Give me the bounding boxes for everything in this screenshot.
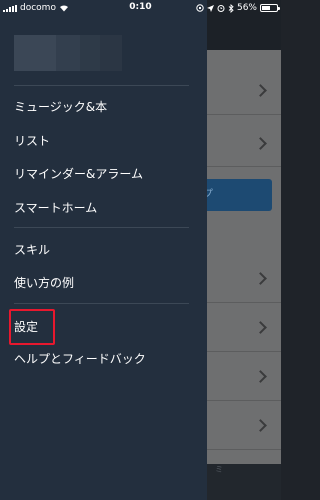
settings-highlight-box (9, 309, 55, 345)
battery-percent: 56% (236, 3, 257, 13)
menu-divider (14, 85, 189, 86)
background-list-row (207, 352, 281, 401)
blurred-name-segment (80, 35, 100, 71)
blurred-name-segment (100, 35, 122, 71)
blurred-name-segment (14, 35, 56, 71)
background-tab-bar: ミ (207, 464, 281, 500)
menu-divider (14, 303, 189, 304)
profile-name-placeholder[interactable] (14, 35, 122, 71)
menu-item-lists[interactable]: リスト (14, 132, 50, 149)
side-menu-drawer: ミュージック&本 リスト リマインダー&アラーム スマートホーム スキル 使い方… (0, 0, 207, 500)
bluetooth-icon (228, 3, 234, 13)
chevron-right-icon (254, 321, 267, 334)
battery-level-fill (262, 6, 270, 10)
menu-item-help-feedback[interactable]: ヘルプとフィードバック (14, 350, 146, 367)
menu-item-reminders-alarms[interactable]: リマインダー&アラーム (14, 165, 143, 182)
location-arrow-icon (206, 4, 214, 12)
background-list-row (207, 118, 281, 167)
background-list-row (207, 66, 281, 115)
menu-item-smart-home[interactable]: スマートホーム (14, 199, 97, 216)
battery-icon (260, 4, 280, 12)
background-list-row (207, 254, 281, 303)
background-button-label: プ (207, 189, 213, 200)
chevron-right-icon (254, 137, 267, 150)
alarm-icon (217, 5, 225, 12)
status-bar: docomo 0:10 56% (0, 0, 281, 16)
chevron-right-icon (254, 272, 267, 285)
background-blue-button: プ (207, 179, 272, 211)
background-list-row (207, 401, 281, 450)
lock-rotation-icon (196, 4, 204, 12)
chevron-right-icon (254, 370, 267, 383)
background-tab-label: ミ (215, 465, 223, 474)
background-app-overlay[interactable]: プ ミ (207, 0, 281, 500)
menu-item-skills[interactable]: スキル (14, 241, 50, 258)
menu-item-music-books[interactable]: ミュージック&本 (14, 98, 107, 115)
menu-item-things-to-try[interactable]: 使い方の例 (14, 274, 74, 291)
background-list-row (207, 303, 281, 352)
chevron-right-icon (254, 84, 267, 97)
chevron-right-icon (254, 419, 267, 432)
menu-divider (14, 227, 189, 228)
blurred-name-segment (56, 35, 80, 71)
